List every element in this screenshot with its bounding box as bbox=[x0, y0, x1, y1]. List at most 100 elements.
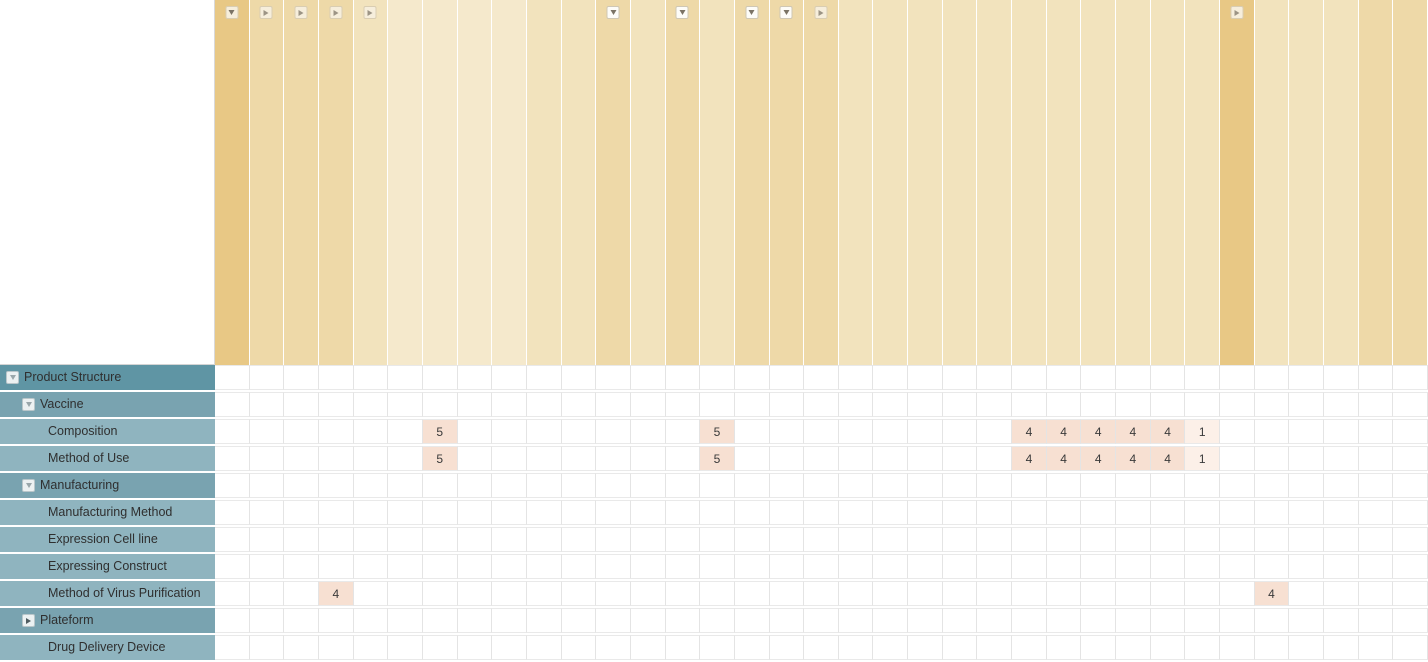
data-cell-empty[interactable] bbox=[1220, 392, 1255, 417]
data-cell-empty[interactable] bbox=[492, 608, 527, 633]
data-cell-empty[interactable] bbox=[1254, 527, 1290, 552]
data-cell-empty[interactable] bbox=[700, 473, 735, 498]
data-cell-value[interactable]: 4 bbox=[1012, 419, 1047, 444]
data-cell-empty[interactable] bbox=[1324, 635, 1359, 660]
data-cell-empty[interactable] bbox=[942, 554, 978, 579]
column-header-15[interactable]: Valence Design bbox=[734, 0, 770, 365]
data-cell-value[interactable]: 4 bbox=[1081, 419, 1117, 444]
data-cell-empty[interactable] bbox=[1185, 500, 1221, 525]
data-cell-value[interactable]: 5 bbox=[422, 419, 458, 444]
data-cell-empty[interactable] bbox=[1254, 500, 1290, 525]
data-cell-empty[interactable] bbox=[215, 419, 250, 444]
data-cell-empty[interactable] bbox=[249, 554, 285, 579]
column-header-5[interactable]: M2 Mutation bbox=[388, 0, 423, 365]
data-cell-empty[interactable] bbox=[422, 527, 458, 552]
data-cell-empty[interactable] bbox=[700, 581, 735, 606]
data-cell-empty[interactable] bbox=[665, 608, 701, 633]
data-cell-empty[interactable] bbox=[838, 635, 874, 660]
chevron-down-icon[interactable] bbox=[779, 6, 793, 19]
chevron-down-icon[interactable] bbox=[675, 6, 689, 19]
data-cell-value[interactable]: 4 bbox=[1116, 446, 1151, 471]
data-cell-empty[interactable] bbox=[492, 392, 527, 417]
data-cell-empty[interactable] bbox=[977, 635, 1013, 660]
data-cell-empty[interactable] bbox=[1324, 527, 1359, 552]
data-cell-empty[interactable] bbox=[457, 446, 493, 471]
data-cell-empty[interactable] bbox=[249, 365, 285, 390]
data-cell-empty[interactable] bbox=[249, 581, 285, 606]
data-cell-empty[interactable] bbox=[318, 365, 354, 390]
row-header-5[interactable]: Manufacturing Method bbox=[0, 500, 215, 527]
data-cell-empty[interactable] bbox=[284, 500, 319, 525]
data-cell-empty[interactable] bbox=[596, 365, 631, 390]
data-cell-empty[interactable] bbox=[1116, 500, 1151, 525]
data-cell-empty[interactable] bbox=[873, 554, 909, 579]
data-cell-empty[interactable] bbox=[942, 581, 978, 606]
data-cell-empty[interactable] bbox=[284, 527, 319, 552]
data-cell-empty[interactable] bbox=[526, 365, 562, 390]
data-cell-empty[interactable] bbox=[630, 554, 666, 579]
data-cell-empty[interactable] bbox=[1116, 554, 1151, 579]
chevron-right-icon[interactable] bbox=[259, 6, 273, 19]
data-cell-empty[interactable] bbox=[665, 635, 701, 660]
data-cell-empty[interactable] bbox=[561, 446, 597, 471]
data-cell-empty[interactable] bbox=[526, 608, 562, 633]
data-cell-empty[interactable] bbox=[1116, 608, 1151, 633]
data-cell-empty[interactable] bbox=[457, 581, 493, 606]
data-cell-empty[interactable] bbox=[769, 419, 805, 444]
data-cell-empty[interactable] bbox=[977, 392, 1013, 417]
data-cell-empty[interactable] bbox=[977, 581, 1013, 606]
data-cell-empty[interactable] bbox=[1358, 635, 1394, 660]
data-cell-empty[interactable] bbox=[942, 635, 978, 660]
data-cell-empty[interactable] bbox=[353, 554, 389, 579]
data-cell-empty[interactable] bbox=[908, 635, 943, 660]
data-cell-empty[interactable] bbox=[1081, 473, 1117, 498]
data-cell-empty[interactable] bbox=[1046, 365, 1082, 390]
data-cell-empty[interactable] bbox=[1220, 419, 1255, 444]
data-cell-empty[interactable] bbox=[422, 608, 458, 633]
data-cell-empty[interactable] bbox=[908, 392, 943, 417]
column-header-14[interactable]: Sequence Design bbox=[700, 0, 735, 365]
data-cell-empty[interactable] bbox=[942, 365, 978, 390]
data-cell-empty[interactable] bbox=[734, 419, 770, 444]
data-cell-empty[interactable] bbox=[1254, 635, 1290, 660]
data-cell-empty[interactable] bbox=[1081, 527, 1117, 552]
data-cell-empty[interactable] bbox=[630, 365, 666, 390]
column-header-34[interactable]: Epitope Screening Design bbox=[1393, 0, 1428, 365]
data-cell-empty[interactable] bbox=[318, 446, 354, 471]
row-header-1[interactable]: Vaccine bbox=[0, 392, 215, 419]
data-cell-empty[interactable] bbox=[1081, 365, 1117, 390]
data-cell-empty[interactable] bbox=[630, 581, 666, 606]
data-cell-empty[interactable] bbox=[873, 500, 909, 525]
data-cell-empty[interactable] bbox=[388, 500, 423, 525]
data-cell-empty[interactable] bbox=[596, 446, 631, 471]
data-cell-value[interactable]: 5 bbox=[700, 419, 735, 444]
data-cell-empty[interactable] bbox=[596, 392, 631, 417]
data-cell-empty[interactable] bbox=[1358, 365, 1394, 390]
data-cell-empty[interactable] bbox=[665, 365, 701, 390]
data-cell-empty[interactable] bbox=[908, 419, 943, 444]
data-cell-empty[interactable] bbox=[1289, 446, 1324, 471]
data-cell-empty[interactable] bbox=[1012, 635, 1047, 660]
data-cell-empty[interactable] bbox=[1393, 554, 1428, 579]
data-cell-empty[interactable] bbox=[942, 446, 978, 471]
chevron-right-icon[interactable] bbox=[22, 614, 35, 627]
data-cell-empty[interactable] bbox=[838, 608, 874, 633]
data-cell-empty[interactable] bbox=[215, 473, 250, 498]
data-cell-empty[interactable] bbox=[1185, 581, 1221, 606]
column-header-20[interactable]: TLR Ligand bbox=[908, 0, 943, 365]
data-cell-empty[interactable] bbox=[1185, 527, 1221, 552]
data-cell-empty[interactable] bbox=[284, 446, 319, 471]
data-cell-empty[interactable] bbox=[1358, 392, 1394, 417]
data-cell-empty[interactable] bbox=[630, 608, 666, 633]
data-cell-empty[interactable] bbox=[596, 554, 631, 579]
data-cell-empty[interactable] bbox=[1150, 527, 1186, 552]
data-cell-empty[interactable] bbox=[1358, 500, 1394, 525]
data-cell-empty[interactable] bbox=[388, 419, 423, 444]
data-cell-empty[interactable] bbox=[492, 554, 527, 579]
data-cell-empty[interactable] bbox=[769, 554, 805, 579]
row-header-7[interactable]: Expressing Construct bbox=[0, 554, 215, 581]
data-cell-empty[interactable] bbox=[1324, 554, 1359, 579]
data-cell-empty[interactable] bbox=[1254, 446, 1290, 471]
data-cell-empty[interactable] bbox=[769, 392, 805, 417]
data-cell-empty[interactable] bbox=[977, 446, 1013, 471]
